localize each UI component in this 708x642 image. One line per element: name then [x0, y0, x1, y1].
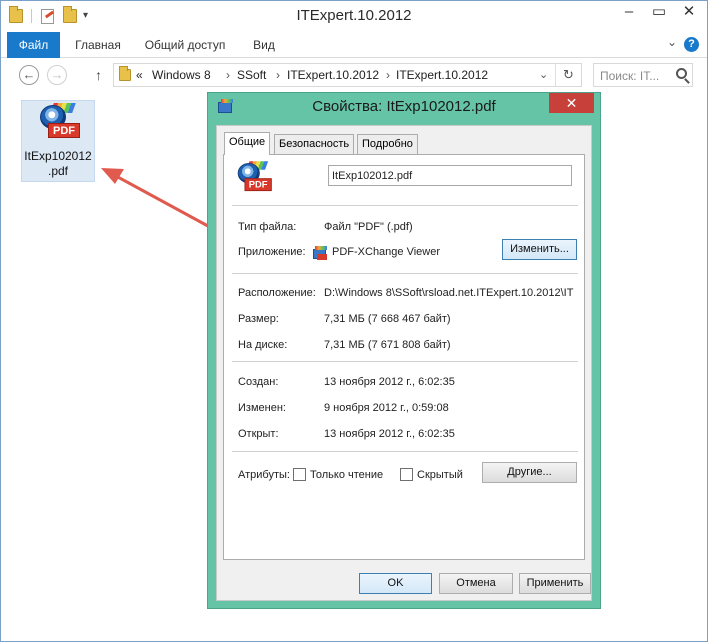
pdf-xchange-icon	[312, 245, 328, 261]
file-name-line2: .pdf	[47, 164, 68, 178]
readonly-label[interactable]: Только чтение	[310, 469, 383, 481]
tab-file[interactable]: Файл	[7, 32, 60, 58]
navigation-bar: ← → ↑ « Windows 8 › SSoft › ITExpert.10.…	[1, 59, 707, 93]
expand-ribbon-icon[interactable]: ⌄	[667, 35, 677, 49]
divider	[232, 451, 578, 452]
maximize-button[interactable]: ▭	[644, 1, 674, 23]
filename-field[interactable]	[328, 165, 572, 186]
close-button[interactable]: ✕	[674, 1, 704, 23]
properties-dialog: Свойства: ItExp102012.pdf ✕ Общие Безопа…	[207, 92, 601, 609]
address-divider	[555, 64, 556, 86]
file-name: ItExp102012 .pdf	[22, 149, 94, 179]
disk-size-value: 7,31 МБ (7 671 808 байт)	[324, 339, 451, 351]
apply-button[interactable]: Применить	[519, 573, 591, 594]
file-name-line1: ItExp102012	[24, 149, 92, 163]
attributes-label: Атрибуты:	[238, 469, 290, 481]
cancel-button[interactable]: Отмена	[439, 573, 513, 594]
tab-security[interactable]: Безопасность	[274, 134, 355, 154]
help-icon[interactable]: ?	[684, 37, 699, 52]
address-bar[interactable]: « Windows 8 › SSoft › ITExpert.10.2012 ›…	[113, 63, 582, 87]
dialog-body: Общие Безопасность Подробно PDF Тип файл…	[216, 125, 592, 601]
size-label: Размер:	[238, 313, 279, 325]
tab-share[interactable]: Общий доступ	[139, 32, 231, 58]
divider	[232, 361, 578, 362]
readonly-checkbox[interactable]	[293, 468, 306, 481]
file-type-label: Тип файла:	[238, 221, 297, 233]
app-value: PDF-XChange Viewer	[332, 246, 441, 258]
breadcrumb-itexpert-parent[interactable]: ITExpert.10.2012	[287, 68, 379, 82]
dropdown-icon[interactable]: ⌄	[539, 68, 548, 81]
ribbon: Файл Главная Общий доступ Вид ⌄ ?	[1, 32, 707, 58]
search-placeholder: Поиск: IT...	[600, 69, 660, 83]
up-arrow-icon[interactable]: ↑	[95, 67, 102, 83]
breadcrumb-itexpert[interactable]: ITExpert.10.2012	[396, 68, 488, 82]
search-icon[interactable]	[676, 68, 687, 79]
hidden-checkbox[interactable]	[400, 468, 413, 481]
breadcrumb-ssoft[interactable]: SSoft	[237, 68, 266, 82]
general-tab-panel: PDF Тип файла: Файл "PDF" (.pdf) Приложе…	[223, 154, 585, 560]
disk-size-label: На диске:	[238, 339, 288, 351]
dialog-title: Свойства: ItExp102012.pdf	[312, 98, 496, 115]
opened-value: 13 ноября 2012 г., 6:02:35	[324, 428, 455, 440]
back-button[interactable]: ←	[19, 65, 39, 85]
location-value: D:\Windows 8\SSoft\rsload.net.ITExpert.1…	[324, 287, 574, 299]
breadcrumb-separator[interactable]: ›	[386, 68, 390, 82]
tab-details[interactable]: Подробно	[357, 134, 418, 154]
advanced-attributes-button[interactable]: Другие...	[482, 462, 577, 483]
ok-button[interactable]: OK	[359, 573, 432, 594]
folder-icon	[119, 66, 131, 81]
pdf-icon: PDF	[236, 161, 272, 192]
breadcrumb-windows8[interactable]: Windows 8	[152, 68, 211, 82]
hidden-label[interactable]: Скрытый	[417, 469, 463, 481]
tab-general[interactable]: Общие	[224, 132, 271, 155]
created-value: 13 ноября 2012 г., 6:02:35	[324, 376, 455, 388]
location-label: Расположение:	[238, 287, 316, 299]
divider	[232, 273, 578, 274]
tab-home[interactable]: Главная	[67, 32, 129, 58]
divider	[232, 205, 578, 206]
size-value: 7,31 МБ (7 668 467 байт)	[324, 313, 451, 325]
dialog-close-button[interactable]: ✕	[549, 93, 594, 113]
app-label: Приложение:	[238, 246, 306, 258]
search-box[interactable]: Поиск: IT...	[593, 63, 693, 87]
window-title: ITExpert.10.2012	[296, 7, 412, 24]
breadcrumb-separator[interactable]: ›	[226, 68, 230, 82]
title-bar: ▾ ITExpert.10.2012 – ▭ ✕	[1, 1, 707, 31]
modified-label: Изменен:	[238, 402, 286, 414]
minimize-button[interactable]: –	[614, 1, 644, 23]
pdf-icon: PDF	[38, 103, 82, 143]
tab-view[interactable]: Вид	[244, 32, 284, 58]
change-app-button[interactable]: Изменить...	[502, 239, 577, 260]
breadcrumb-separator[interactable]: ›	[276, 68, 280, 82]
modified-value: 9 ноября 2012 г., 0:59:08	[324, 402, 449, 414]
opened-label: Открыт:	[238, 428, 279, 440]
refresh-icon[interactable]: ↻	[563, 67, 574, 83]
breadcrumb-overflow[interactable]: «	[136, 68, 143, 82]
forward-button[interactable]: →	[47, 65, 67, 85]
file-type-value: Файл "PDF" (.pdf)	[324, 221, 413, 233]
file-item[interactable]: PDF ItExp102012 .pdf	[21, 100, 95, 182]
created-label: Создан:	[238, 376, 279, 388]
